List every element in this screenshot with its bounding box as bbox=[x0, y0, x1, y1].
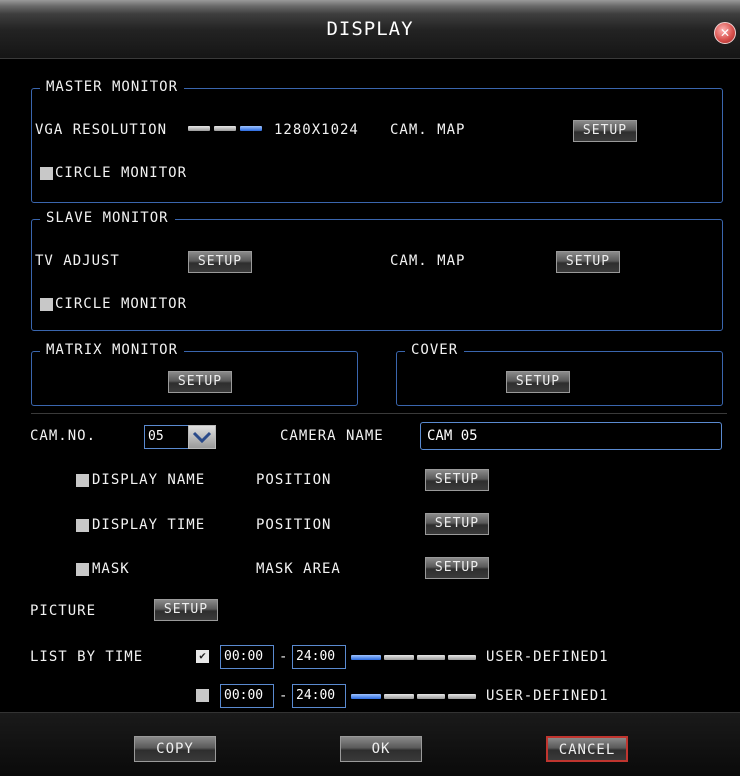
schedule-row-2-end-input[interactable]: 24:00 bbox=[292, 684, 346, 708]
schedule-row-1-end-input[interactable]: 24:00 bbox=[292, 645, 346, 669]
picture-setup-button[interactable]: SETUP bbox=[154, 599, 218, 621]
row1-segment-3[interactable] bbox=[417, 655, 445, 660]
vga-segment-1[interactable] bbox=[188, 126, 210, 131]
cam-no-value: 05 bbox=[148, 429, 164, 444]
master-monitor-legend: MASTER MONITOR bbox=[40, 79, 185, 95]
master-circle-monitor-checkbox[interactable] bbox=[40, 167, 53, 180]
schedule-row-1-mode: USER-DEFINED1 bbox=[486, 649, 609, 665]
mask-area-setup-button[interactable]: SETUP bbox=[425, 557, 489, 579]
schedule-row-1-dash: - bbox=[279, 649, 289, 665]
row2-segment-3[interactable] bbox=[417, 694, 445, 699]
picture-label: PICTURE bbox=[30, 603, 97, 619]
slave-cam-map-label: CAM. MAP bbox=[390, 253, 466, 269]
schedule-row-2-dash: - bbox=[279, 688, 289, 704]
vga-segment-3[interactable] bbox=[240, 126, 262, 131]
schedule-row-2-start-input[interactable]: 00:00 bbox=[220, 684, 274, 708]
dialog-footer: COPY OK CANCEL bbox=[0, 712, 740, 776]
chevron-down-icon bbox=[192, 431, 212, 444]
row1-segment-1[interactable] bbox=[351, 655, 381, 660]
master-cam-map-label: CAM. MAP bbox=[390, 122, 466, 138]
display-time-label: DISPLAY TIME bbox=[92, 517, 206, 533]
master-monitor-group: MASTER MONITOR bbox=[31, 79, 723, 203]
dialog-title: DISPLAY bbox=[326, 18, 414, 40]
cam-no-dropdown-button[interactable] bbox=[188, 425, 216, 449]
master-circle-monitor-label: CIRCLE MONITOR bbox=[55, 165, 188, 181]
display-time-position-setup-button[interactable]: SETUP bbox=[425, 513, 489, 535]
slave-circle-monitor-checkbox[interactable] bbox=[40, 298, 53, 311]
mask-area-label: MASK AREA bbox=[256, 561, 341, 577]
copy-button[interactable]: COPY bbox=[134, 736, 216, 762]
slave-cam-map-setup-button[interactable]: SETUP bbox=[556, 251, 620, 273]
ok-button[interactable]: OK bbox=[340, 736, 422, 762]
list-by-time-label: LIST BY TIME bbox=[30, 649, 144, 665]
camera-name-label: CAMERA NAME bbox=[280, 428, 384, 444]
display-name-label: DISPLAY NAME bbox=[92, 472, 206, 488]
row1-segment-4[interactable] bbox=[448, 655, 476, 660]
master-cam-map-setup-button[interactable]: SETUP bbox=[573, 120, 637, 142]
schedule-row-1-start-input[interactable]: 00:00 bbox=[220, 645, 274, 669]
slave-monitor-legend: SLAVE MONITOR bbox=[40, 210, 175, 226]
section-divider bbox=[31, 413, 727, 414]
cover-setup-button[interactable]: SETUP bbox=[506, 371, 570, 393]
display-name-position-label: POSITION bbox=[256, 472, 332, 488]
display-name-checkbox[interactable] bbox=[76, 474, 89, 487]
row2-segment-2[interactable] bbox=[384, 694, 414, 699]
row2-segment-4[interactable] bbox=[448, 694, 476, 699]
schedule-row-1-checkbox[interactable]: ✔ bbox=[196, 650, 209, 663]
slave-monitor-group: SLAVE MONITOR bbox=[31, 210, 723, 331]
camera-name-input[interactable]: CAM 05 bbox=[420, 422, 722, 450]
display-time-checkbox[interactable] bbox=[76, 519, 89, 532]
schedule-row-2-mode: USER-DEFINED1 bbox=[486, 688, 609, 704]
matrix-monitor-setup-button[interactable]: SETUP bbox=[168, 371, 232, 393]
cancel-button[interactable]: CANCEL bbox=[546, 736, 628, 762]
cam-no-label: CAM.NO. bbox=[30, 428, 97, 444]
vga-resolution-slider[interactable] bbox=[188, 126, 266, 131]
schedule-row-1-level-slider[interactable] bbox=[351, 655, 477, 660]
row1-segment-2[interactable] bbox=[384, 655, 414, 660]
close-x-icon[interactable]: ✕ bbox=[714, 22, 736, 44]
matrix-monitor-legend: MATRIX MONITOR bbox=[40, 342, 185, 358]
tv-adjust-label: TV ADJUST bbox=[35, 253, 120, 269]
mask-label: MASK bbox=[92, 561, 130, 577]
display-name-position-setup-button[interactable]: SETUP bbox=[425, 469, 489, 491]
mask-checkbox[interactable] bbox=[76, 563, 89, 576]
vga-resolution-label: VGA RESOLUTION bbox=[35, 122, 168, 138]
title-bar: DISPLAY ✕ bbox=[0, 0, 740, 59]
schedule-row-2-level-slider[interactable] bbox=[351, 694, 477, 699]
cover-legend: COVER bbox=[405, 342, 465, 358]
slave-circle-monitor-label: CIRCLE MONITOR bbox=[55, 296, 188, 312]
vga-resolution-value: 1280X1024 bbox=[274, 122, 359, 138]
cam-no-select[interactable]: 05 bbox=[144, 425, 190, 449]
display-dialog: DISPLAY ✕ MASTER MONITOR VGA RESOLUTION … bbox=[0, 0, 740, 776]
display-time-position-label: POSITION bbox=[256, 517, 332, 533]
vga-segment-2[interactable] bbox=[214, 126, 236, 131]
tv-adjust-setup-button[interactable]: SETUP bbox=[188, 251, 252, 273]
row2-segment-1[interactable] bbox=[351, 694, 381, 699]
schedule-row-2-checkbox[interactable] bbox=[196, 689, 209, 702]
